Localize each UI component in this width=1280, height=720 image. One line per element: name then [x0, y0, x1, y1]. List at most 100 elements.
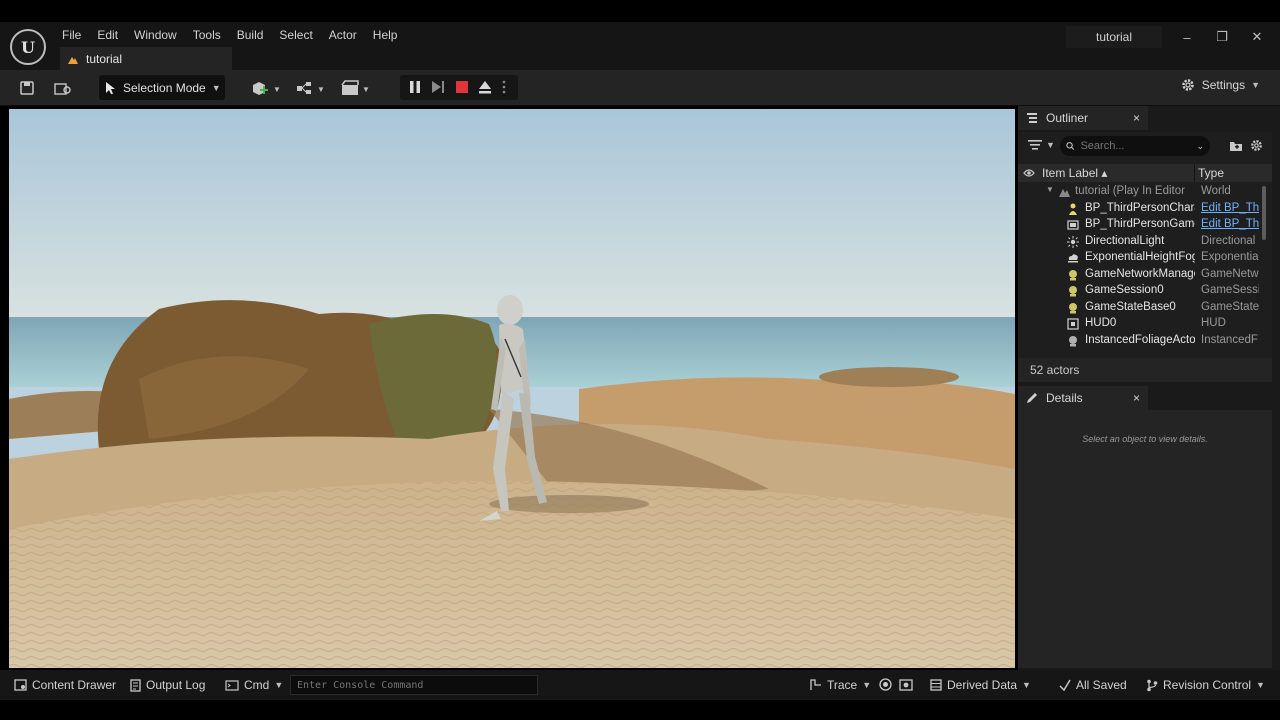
letterbox-bottom — [0, 700, 1280, 720]
menu-tools[interactable]: Tools — [185, 28, 229, 42]
filter-icon — [1028, 140, 1042, 150]
outliner-row[interactable]: BP_ThirdPersonGame Edit BP_Th — [1018, 217, 1260, 233]
edit-blueprint-link[interactable]: Edit BP_Th — [1201, 218, 1259, 230]
outliner-row-type: InstancedF — [1201, 333, 1258, 346]
details-empty-hint: Select an object to view details. — [1082, 434, 1208, 444]
menu-build[interactable]: Build — [229, 28, 272, 42]
output-log-label: Output Log — [146, 678, 206, 692]
outliner-row[interactable]: GameStateBase0 GameState — [1018, 300, 1260, 316]
browse-content-icon[interactable] — [53, 78, 73, 98]
save-icon[interactable] — [17, 78, 37, 98]
console-command-input[interactable] — [297, 679, 533, 691]
gear-icon — [1181, 79, 1194, 91]
level-document-tab[interactable]: tutorial — [60, 47, 232, 70]
outliner-row[interactable]: GameSession0 GameSessi — [1018, 283, 1260, 299]
outliner-rows: ▼ tutorial (Play In Editor) World BP_Thi… — [1018, 184, 1260, 354]
column-type[interactable]: Type — [1198, 166, 1224, 180]
trace-dropdown[interactable]: Trace ▼ — [810, 678, 871, 692]
outliner-row-label: BP_ThirdPersonChara — [1085, 201, 1195, 214]
menu-actor[interactable]: Actor — [321, 28, 365, 42]
outliner-row-label: InstancedFoliageActo — [1085, 333, 1195, 346]
pause-icon[interactable] — [405, 77, 425, 97]
actor-count: 52 actors — [1018, 358, 1272, 382]
maximize-button[interactable]: ❐ — [1205, 26, 1239, 48]
close-window-button[interactable]: ✕ — [1240, 26, 1274, 48]
character-icon — [1069, 203, 1077, 215]
chevron-down-icon[interactable]: ▼ — [1046, 185, 1054, 194]
outliner-row[interactable]: BP_ThirdPersonChara Edit BP_Th — [1018, 201, 1260, 217]
menu-file[interactable]: File — [54, 28, 89, 42]
cmd-label: Cmd — [244, 678, 270, 692]
eject-icon[interactable] — [475, 77, 495, 97]
save-status-icon — [1059, 679, 1071, 691]
more-options-icon[interactable] — [498, 77, 510, 97]
outliner-row[interactable]: GameNetworkManage GameNetw — [1018, 267, 1260, 283]
outliner-row[interactable]: DirectionalLight Directional — [1018, 234, 1260, 250]
outliner-row-type: GameSessi — [1201, 284, 1259, 296]
cursor-icon — [106, 81, 115, 94]
search-icon — [1066, 142, 1075, 150]
outliner-tab[interactable]: Outliner × — [1018, 106, 1148, 130]
close-icon[interactable]: × — [1133, 111, 1140, 125]
outliner-row-type: GameNetw — [1201, 267, 1259, 280]
chevron-down-icon: ▼ — [274, 680, 284, 690]
add-actor-icon[interactable]: ▼ — [250, 78, 282, 98]
fog-icon — [1068, 254, 1078, 263]
settings-button[interactable]: Settings ▼ — [1180, 77, 1260, 93]
gear-icon[interactable] — [1249, 138, 1264, 153]
record-trace-icon[interactable] — [879, 678, 892, 691]
derived-data-dropdown[interactable]: Derived Data ▼ — [930, 678, 1031, 692]
revision-control-dropdown[interactable]: Revision Control ▼ — [1146, 678, 1265, 692]
outliner-row[interactable]: InstancedFoliageActo InstancedF — [1018, 333, 1260, 349]
menu-help[interactable]: Help — [365, 28, 406, 42]
main-toolbar: Selection Mode ▼ ▼ ▼ ▼ Settings ▼ — [0, 70, 1280, 106]
column-divider[interactable] — [1194, 164, 1195, 182]
all-saved-button[interactable]: All Saved — [1059, 678, 1127, 692]
cinematics-icon[interactable]: ▼ — [340, 78, 372, 98]
unreal-engine-logo[interactable]: U — [10, 29, 46, 65]
frame-skip-icon[interactable] — [428, 77, 448, 97]
svg-text:▼: ▼ — [317, 85, 325, 94]
terminal-icon — [225, 679, 239, 691]
output-log-button[interactable]: Output Log — [130, 678, 205, 692]
outliner-search-input[interactable] — [1080, 140, 1191, 152]
content-drawer-button[interactable]: Content Drawer — [14, 678, 116, 692]
outliner-scrollbar[interactable] — [1262, 186, 1266, 240]
add-folder-icon[interactable] — [1229, 139, 1243, 152]
blueprints-icon[interactable]: ▼ — [295, 78, 327, 98]
outliner-row-label: tutorial (Play In Editor) — [1075, 185, 1185, 197]
outliner-row-type: HUD — [1201, 317, 1226, 329]
menu-edit[interactable]: Edit — [89, 28, 126, 42]
chevron-down-icon: ▼ — [211, 82, 221, 93]
level-viewport[interactable] — [9, 109, 1015, 668]
outliner-row[interactable]: ExponentialHeightFog Exponentia — [1018, 250, 1260, 266]
console-command-box[interactable] — [290, 675, 538, 695]
menu-select[interactable]: Select — [271, 28, 320, 42]
letterbox-top — [0, 0, 1280, 22]
outliner-search-box[interactable]: ⌄ — [1060, 136, 1210, 156]
screenshot-icon[interactable] — [899, 678, 913, 691]
outliner-row-label: BP_ThirdPersonGame — [1085, 218, 1195, 230]
viewport-scene — [9, 109, 1015, 668]
trace-icon — [810, 679, 821, 690]
details-tab[interactable]: Details × — [1018, 386, 1148, 410]
outliner-row-label: GameStateBase0 — [1085, 300, 1176, 313]
edit-blueprint-link[interactable]: Edit BP_Th — [1201, 202, 1259, 214]
outliner-row[interactable]: HUD0 HUD — [1018, 316, 1260, 332]
menu-window[interactable]: Window — [126, 28, 185, 42]
trace-label: Trace — [827, 678, 858, 692]
stop-icon[interactable] — [452, 77, 472, 97]
chevron-down-icon: ▼ — [1046, 140, 1055, 150]
outliner-row-label: DirectionalLight — [1085, 234, 1165, 247]
column-item-label[interactable]: Item Label ▴ — [1042, 166, 1107, 180]
outliner-row-world[interactable]: ▼ tutorial (Play In Editor) World — [1018, 184, 1260, 200]
minimize-button[interactable]: – — [1170, 26, 1204, 48]
filter-button[interactable]: ▼ — [1028, 139, 1055, 151]
cmd-dropdown[interactable]: Cmd ▼ — [225, 678, 283, 692]
chevron-down-icon[interactable]: ⌄ — [1196, 141, 1204, 152]
visibility-eye-icon[interactable] — [1023, 168, 1035, 178]
output-log-icon — [130, 678, 141, 692]
selection-mode-dropdown[interactable]: Selection Mode ▼ — [99, 75, 225, 100]
world-icon — [1059, 189, 1070, 197]
close-icon[interactable]: × — [1133, 391, 1140, 405]
